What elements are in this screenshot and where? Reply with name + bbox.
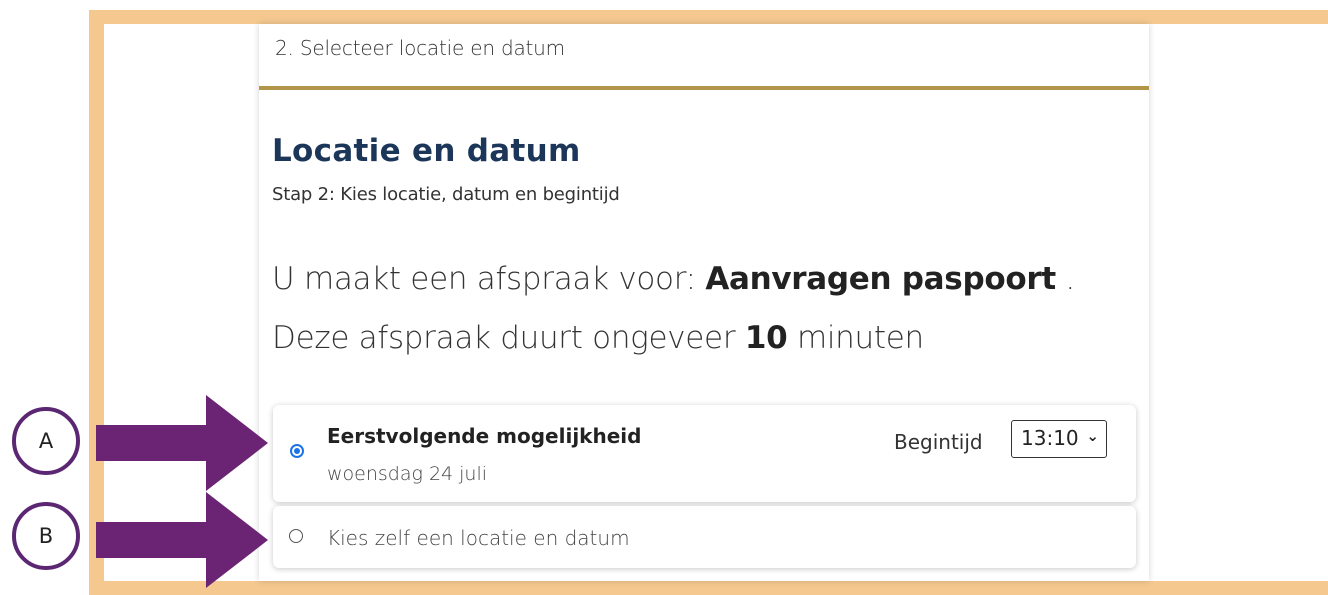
option-choose-location[interactable]: Kies zelf een locatie en datum [273, 506, 1136, 568]
service-name: Aanvragen paspoort [705, 261, 1056, 297]
chevron-down-icon: ⌄ [1086, 427, 1099, 445]
start-time-select[interactable]: 13:10 ⌄ [1011, 420, 1107, 458]
radio-choose-location[interactable] [289, 529, 303, 543]
page-subtitle: Stap 2: Kies locatie, datum en begintijd [272, 184, 620, 205]
divider [259, 86, 1149, 90]
arrow-right-icon [96, 395, 268, 491]
annotation-marker-b: B [12, 502, 80, 570]
step-label: 2. Selecteer locatie en datum [275, 36, 565, 60]
radio-first-available[interactable] [290, 444, 304, 458]
arrow-right-icon [96, 492, 268, 588]
intro-suffix: minuten [787, 320, 924, 356]
page-title: Locatie en datum [272, 133, 581, 169]
option-title: Kies zelf een locatie en datum [327, 526, 630, 550]
start-time-value: 13:10 [1021, 426, 1079, 450]
intro-text: U maakt een afspraak voor: Aanvragen pas… [272, 250, 1142, 368]
annotation-marker-a: A [12, 407, 80, 475]
option-date: woensdag 24 juli [327, 463, 488, 485]
start-time-label: Begintijd [894, 430, 983, 454]
option-first-available[interactable]: Eerstvolgende mogelijkheid woensdag 24 j… [273, 405, 1136, 502]
option-title: Eerstvolgende mogelijkheid [327, 424, 642, 448]
duration-value: 10 [744, 320, 788, 356]
intro-prefix: U maakt een afspraak voor: [272, 261, 706, 297]
